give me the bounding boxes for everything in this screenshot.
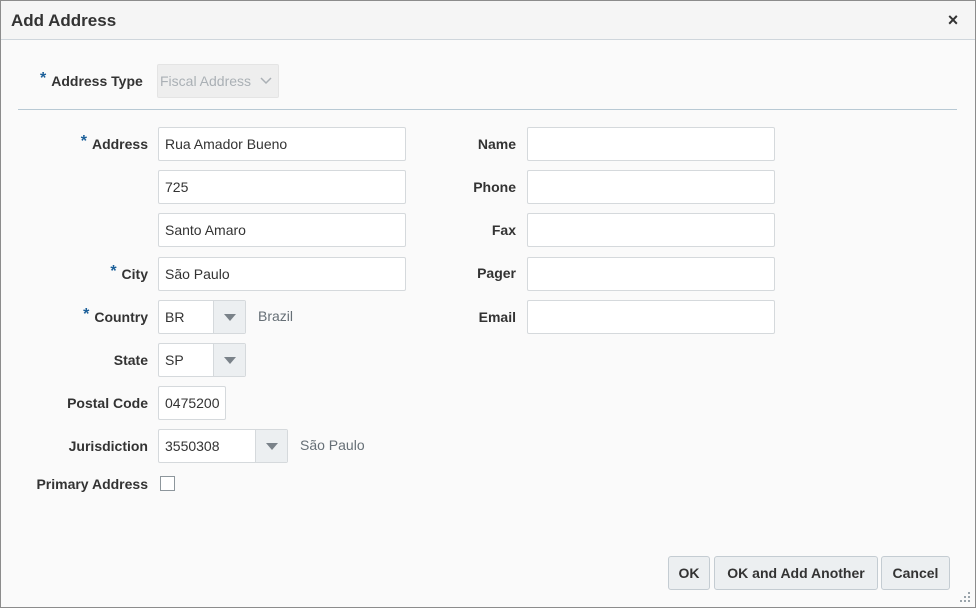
triangle-down-icon bbox=[224, 314, 236, 321]
dialog-title: Add Address bbox=[11, 11, 117, 30]
chevron-down-icon bbox=[260, 65, 272, 109]
email-label: Email bbox=[478, 309, 516, 325]
phone-label: Phone bbox=[473, 179, 516, 195]
state-label: State bbox=[113, 352, 148, 368]
pager-input[interactable] bbox=[527, 257, 775, 291]
country-description: Brazil bbox=[258, 308, 294, 324]
pager-label: Pager bbox=[477, 265, 516, 281]
name-label: Name bbox=[477, 136, 516, 152]
jurisdiction-label: Jurisdiction bbox=[68, 438, 148, 454]
ok-button[interactable]: OK bbox=[668, 556, 710, 590]
required-marker: * bbox=[80, 133, 87, 150]
state-value[interactable]: SP bbox=[165, 344, 184, 376]
required-marker: * bbox=[40, 70, 47, 87]
jurisdiction-description: São Paulo bbox=[300, 437, 365, 453]
address-label: * Address bbox=[80, 133, 148, 152]
country-dropdown-button[interactable] bbox=[213, 301, 245, 333]
required-marker: * bbox=[110, 263, 117, 280]
cancel-button[interactable]: Cancel bbox=[881, 556, 950, 590]
address-line1-input[interactable]: Rua Amador Bueno bbox=[158, 127, 406, 161]
city-input[interactable]: São Paulo bbox=[158, 257, 406, 291]
resize-grip-icon[interactable] bbox=[959, 591, 971, 603]
required-marker: * bbox=[83, 306, 90, 323]
state-dropdown-button[interactable] bbox=[213, 344, 245, 376]
state-combo[interactable]: SP bbox=[158, 343, 246, 377]
jurisdiction-value[interactable]: 3550308 bbox=[165, 430, 220, 462]
address-line2-input[interactable]: 725 bbox=[158, 170, 406, 204]
address-type-label: * Address Type bbox=[40, 70, 143, 89]
phone-input[interactable] bbox=[527, 170, 775, 204]
address-line3-input[interactable]: Santo Amaro bbox=[158, 213, 406, 247]
section-divider bbox=[18, 109, 957, 110]
ok-and-add-another-button[interactable]: OK and Add Another bbox=[714, 556, 878, 590]
jurisdiction-dropdown-button[interactable] bbox=[255, 430, 287, 462]
city-label: * City bbox=[110, 263, 148, 282]
primary-address-label: Primary Address bbox=[36, 476, 148, 492]
email-input[interactable] bbox=[527, 300, 775, 334]
add-address-dialog: Add Address × * Address Type Fiscal Addre… bbox=[0, 0, 976, 608]
postal-code-label: Postal Code bbox=[67, 395, 148, 411]
country-value[interactable]: BR bbox=[165, 301, 184, 333]
address-type-select: Fiscal Address bbox=[157, 64, 279, 98]
primary-address-checkbox[interactable] bbox=[160, 476, 175, 491]
address-type-value: Fiscal Address bbox=[160, 73, 252, 89]
name-input[interactable] bbox=[527, 127, 775, 161]
close-icon[interactable]: × bbox=[944, 10, 962, 30]
country-combo[interactable]: BR bbox=[158, 300, 246, 334]
fax-label: Fax bbox=[491, 222, 516, 238]
country-label: * Country bbox=[83, 306, 148, 325]
fax-input[interactable] bbox=[527, 213, 775, 247]
triangle-down-icon bbox=[266, 443, 278, 450]
jurisdiction-combo[interactable]: 3550308 bbox=[158, 429, 288, 463]
postal-code-input[interactable]: 0475200 bbox=[158, 386, 226, 420]
dialog-titlebar: Add Address × bbox=[1, 1, 975, 40]
triangle-down-icon bbox=[224, 357, 236, 364]
